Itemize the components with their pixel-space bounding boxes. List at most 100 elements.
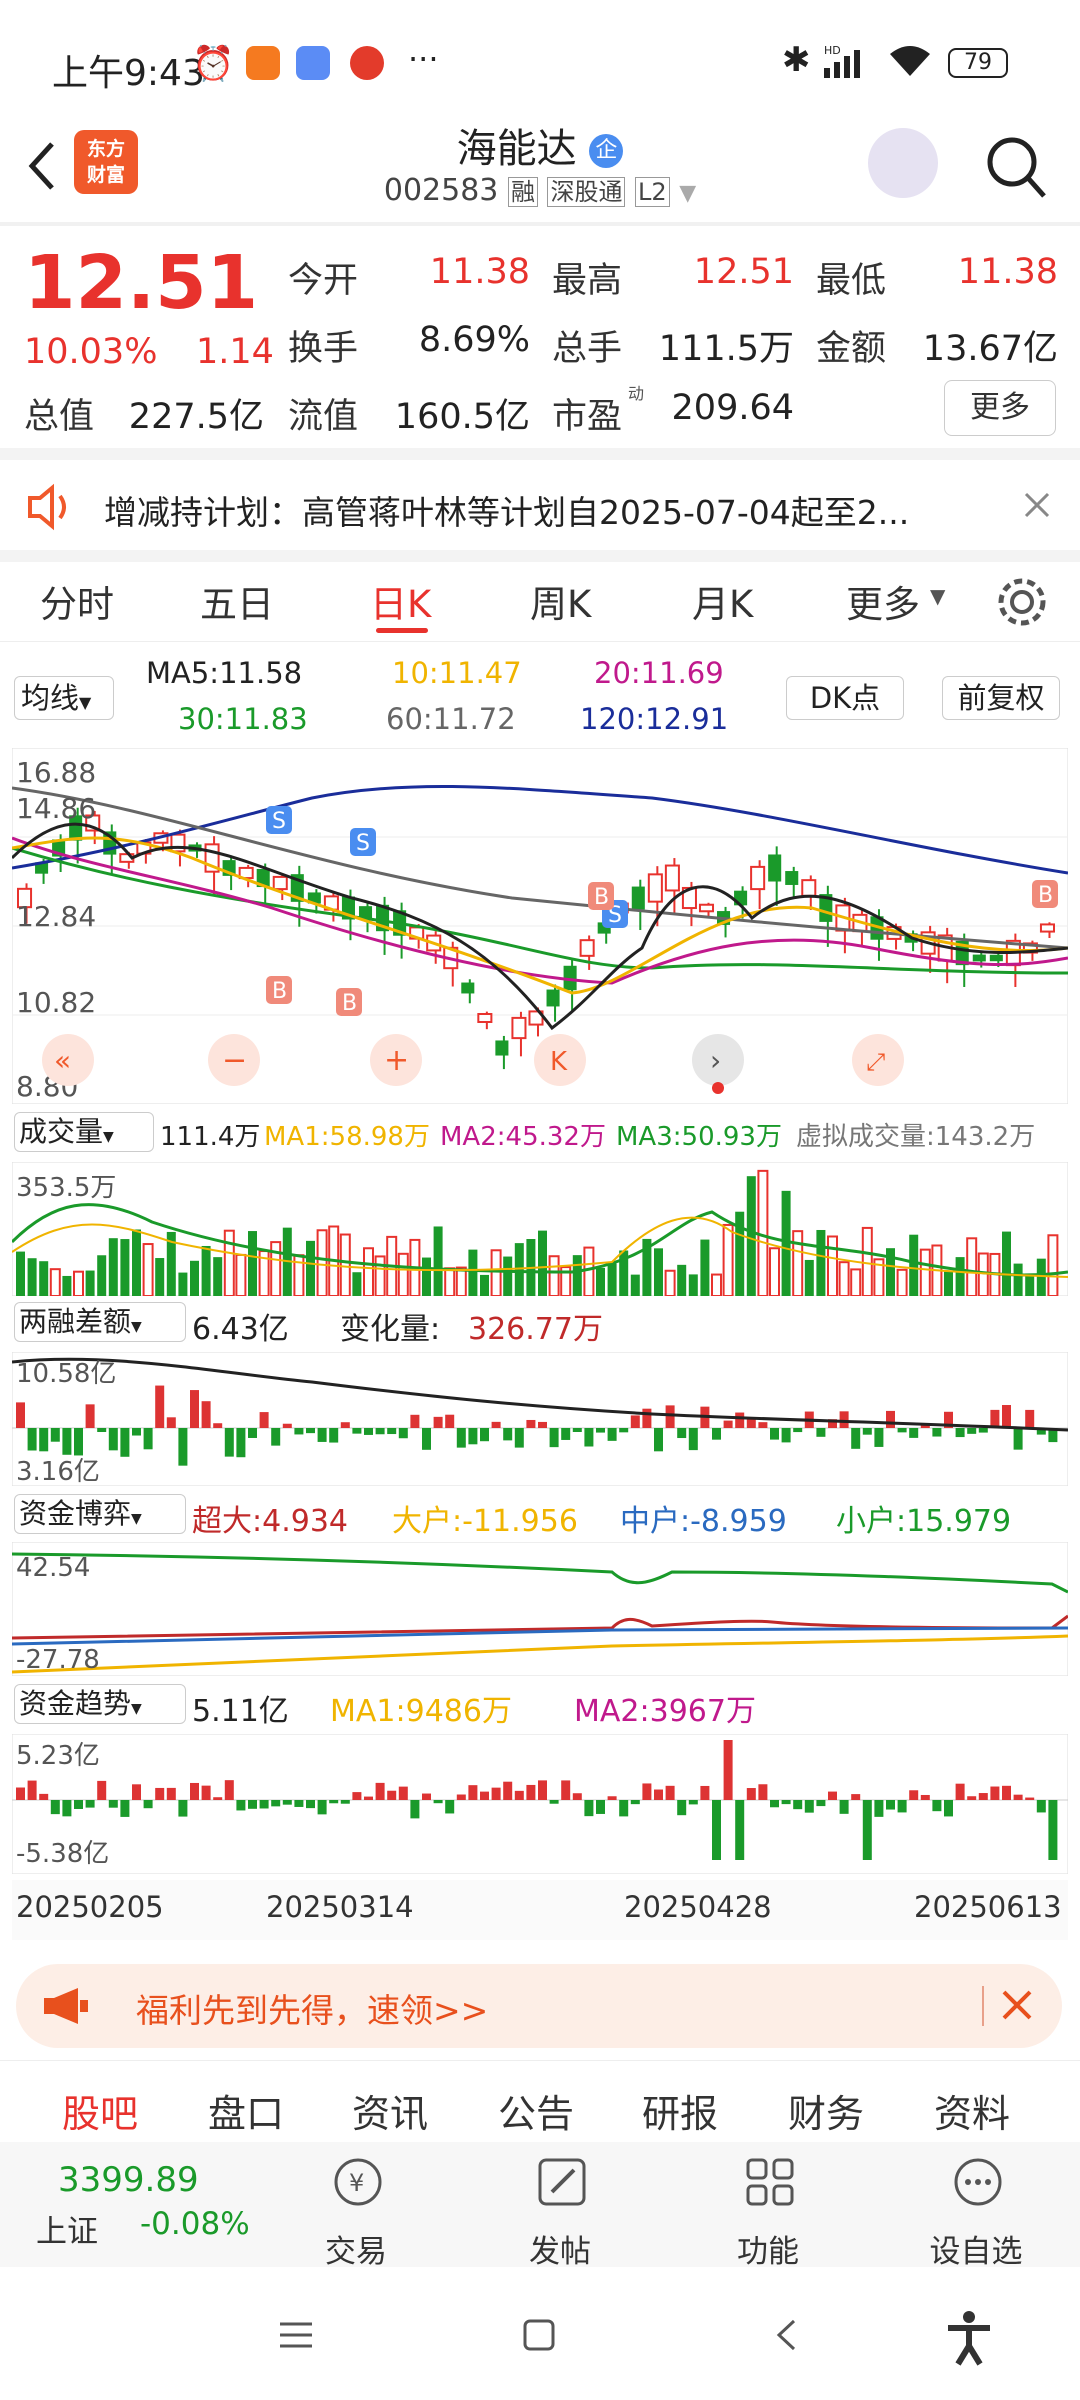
trend-chart[interactable]: 5.23亿 -5.38亿 bbox=[12, 1734, 1068, 1874]
home-icon[interactable] bbox=[522, 2318, 556, 2352]
ma120-value: 120:12.91 bbox=[580, 702, 729, 736]
back-icon[interactable] bbox=[774, 2318, 798, 2352]
fund-selector[interactable]: 资金博弈▼ bbox=[14, 1494, 186, 1534]
margin-bar bbox=[781, 1428, 791, 1443]
margin-bar bbox=[503, 1428, 513, 1441]
notice-bar[interactable]: 增减持计划：高管蒋叶林等计划自2025-07-04起至2... bbox=[0, 462, 1080, 552]
amount-label: 金额 bbox=[816, 329, 887, 369]
volume-bar bbox=[607, 1263, 617, 1296]
search-icon[interactable] bbox=[984, 132, 1048, 202]
tab-research[interactable]: 研报 bbox=[642, 2083, 718, 2138]
volume-bar bbox=[155, 1258, 165, 1296]
volume-bar bbox=[827, 1235, 838, 1296]
add-watchlist-button[interactable]: 设自选 bbox=[916, 2142, 1036, 2270]
dk-button[interactable]: DK点 bbox=[786, 676, 904, 720]
tab-daily-k[interactable]: 日K bbox=[370, 574, 431, 628]
fund-flow-bar bbox=[781, 1800, 791, 1805]
margin-bar bbox=[468, 1428, 478, 1445]
turnover-value: 8.69% bbox=[418, 320, 530, 360]
accessibility-icon[interactable] bbox=[944, 2310, 994, 2366]
tab-guba[interactable]: 股吧 bbox=[62, 2083, 138, 2138]
tab-news[interactable]: 资讯 bbox=[352, 2083, 428, 2138]
trade-button[interactable]: ¥ 交易 bbox=[296, 2142, 416, 2270]
fund-flow-bar bbox=[410, 1800, 420, 1819]
margin-bar bbox=[201, 1401, 211, 1428]
edit-icon bbox=[538, 2158, 586, 2206]
margin-selector[interactable]: 两融差额▼ bbox=[14, 1302, 186, 1342]
fund-flow-bar bbox=[201, 1785, 211, 1800]
svg-text:¥: ¥ bbox=[349, 2169, 364, 2197]
margin-bar bbox=[352, 1428, 362, 1434]
margin-bar bbox=[132, 1428, 141, 1436]
margin-bar bbox=[27, 1428, 37, 1451]
ma-selector[interactable]: 均线▼ bbox=[14, 676, 114, 720]
tab-announcement[interactable]: 公告 bbox=[498, 2083, 574, 2138]
menu-icon[interactable] bbox=[278, 2320, 314, 2350]
trend-selector[interactable]: 资金趋势▼ bbox=[14, 1684, 186, 1724]
pe-label: 市盈 bbox=[552, 397, 623, 437]
margin-bar bbox=[654, 1428, 663, 1452]
close-icon[interactable] bbox=[1000, 1988, 1034, 2022]
fund-flow-bar bbox=[862, 1800, 872, 1860]
volume-bar bbox=[190, 1260, 199, 1296]
tab-profile[interactable]: 资料 bbox=[934, 2083, 1010, 2138]
fund-flow-bar bbox=[607, 1796, 617, 1800]
margin-bar bbox=[561, 1428, 571, 1440]
volume-chart[interactable]: 353.5万 bbox=[12, 1162, 1068, 1296]
tab-monthly-k[interactable]: 月K bbox=[692, 574, 753, 628]
fund-flow-bar bbox=[27, 1780, 37, 1800]
ma-selector-label: 均线 bbox=[21, 681, 80, 715]
function-button[interactable]: 功能 bbox=[708, 2142, 828, 2270]
fund-flow-bar bbox=[491, 1787, 501, 1800]
gear-icon[interactable] bbox=[994, 574, 1050, 630]
volume-bar bbox=[1002, 1231, 1011, 1296]
tab-weekly-k[interactable]: 周K bbox=[530, 574, 591, 628]
fund-super: 超大:4.934 bbox=[192, 1504, 348, 1539]
alarm-icon: ⏰ bbox=[192, 44, 235, 84]
tab-finance[interactable]: 财务 bbox=[788, 2083, 864, 2138]
trade-icon: ¥ bbox=[334, 2158, 382, 2206]
fund-flow-bar bbox=[1048, 1800, 1058, 1860]
adjust-button[interactable]: 前复权 bbox=[942, 676, 1060, 720]
post-button[interactable]: 发帖 bbox=[500, 2142, 620, 2270]
index-widget[interactable]: 3399.89 上证 -0.08% bbox=[30, 2160, 270, 2260]
margin-bar bbox=[642, 1408, 652, 1428]
tab-minute[interactable]: 分时 bbox=[40, 574, 114, 628]
volume-bar bbox=[374, 1255, 386, 1296]
fund-flow-bar bbox=[828, 1791, 837, 1800]
margin-bar bbox=[549, 1428, 559, 1448]
fund-flow-bar bbox=[596, 1800, 605, 1814]
more-button[interactable]: 更多 bbox=[944, 380, 1056, 436]
date-label: 20250314 bbox=[266, 1890, 414, 1924]
volume-bar bbox=[966, 1237, 978, 1296]
fund-flow-bar bbox=[445, 1800, 455, 1814]
low-value: 11.38 bbox=[957, 252, 1058, 292]
volume-selector[interactable]: 成交量▼ bbox=[14, 1112, 154, 1152]
robot-avatar[interactable] bbox=[868, 128, 938, 198]
stock-name: 海能达 bbox=[456, 126, 577, 172]
volume-bar bbox=[1047, 1234, 1059, 1296]
tab-five-day[interactable]: 五日 bbox=[200, 574, 274, 628]
margin-bar bbox=[886, 1410, 895, 1428]
tab-pankou[interactable]: 盘口 bbox=[208, 2083, 284, 2138]
promo-banner[interactable]: 福利先到先得，速领>> bbox=[16, 1964, 1062, 2048]
kline-chart[interactable]: 16.88 14.86 12.84 10.82 8.80 S S S B B B… bbox=[12, 748, 1068, 1104]
margin-bar bbox=[50, 1428, 60, 1442]
svg-text:HD: HD bbox=[824, 44, 841, 57]
margin-bar bbox=[306, 1428, 315, 1434]
tab-more[interactable]: 更多 bbox=[846, 574, 920, 628]
trend-y-top: 5.23亿 bbox=[16, 1741, 100, 1771]
close-icon[interactable] bbox=[1022, 490, 1052, 520]
fund-chart[interactable]: 42.54 -27.78 bbox=[12, 1542, 1068, 1676]
volume-bar bbox=[455, 1266, 467, 1296]
margin-chart[interactable]: 10.58亿 3.16亿 bbox=[12, 1352, 1068, 1486]
tag-margin: 融 bbox=[507, 177, 538, 207]
index-value: 3399.89 bbox=[58, 2160, 199, 2200]
volume-bar bbox=[142, 1243, 154, 1296]
function-label: 功能 bbox=[737, 2234, 799, 2270]
dropdown-icon[interactable]: ▼ bbox=[679, 181, 696, 206]
margin-bar bbox=[248, 1428, 257, 1438]
volume-bar bbox=[39, 1261, 49, 1296]
stock-header: 东方 财富 海能达 企 002583 融 深股通 L2 ▼ bbox=[0, 112, 1080, 222]
content-tabs: 股吧 盘口 资讯 公告 研报 财务 资料 bbox=[0, 2060, 1080, 2140]
